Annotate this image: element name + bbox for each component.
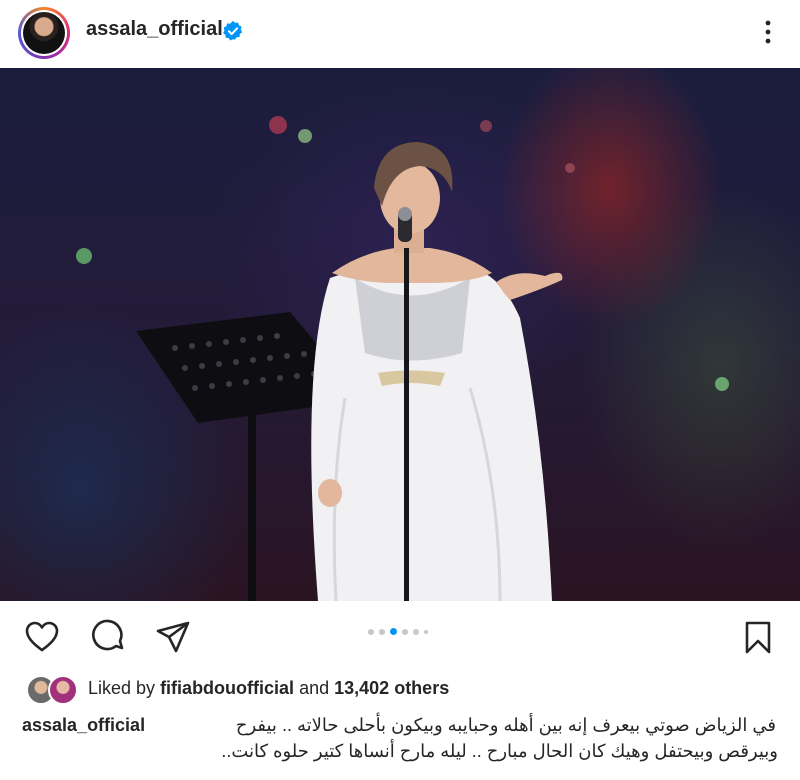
- profile-avatar[interactable]: [18, 7, 70, 59]
- carousel-dot: [379, 628, 385, 635]
- carousel-dot: [424, 629, 428, 634]
- post-username[interactable]: assala_official: [86, 18, 223, 41]
- post-photo[interactable]: [0, 68, 800, 601]
- bookmark-icon[interactable]: [740, 619, 776, 655]
- comment-icon[interactable]: [91, 619, 127, 655]
- avatar-image: [23, 12, 65, 54]
- liker-avatar[interactable]: [48, 675, 78, 705]
- caption-text-line1: في الزياض صوتي بيعرف إنه بين أهله وحبايب…: [235, 715, 776, 735]
- likes-prefix: Liked by: [88, 678, 156, 698]
- carousel-dot: [413, 628, 419, 635]
- carousel-dot: [368, 628, 374, 635]
- verified-badge-icon: [223, 20, 243, 41]
- likes-connector: and: [299, 678, 330, 698]
- carousel-indicator: [368, 628, 428, 635]
- caption-text-line2: وبيرقص وبيحتفل وهيك كان الحال مبارح .. ل…: [221, 741, 778, 761]
- share-icon[interactable]: [155, 619, 191, 655]
- carousel-dot-active: [390, 628, 397, 635]
- likes-count[interactable]: 13,402 others: [334, 678, 449, 698]
- caption-username[interactable]: assala_official: [22, 715, 145, 735]
- post-header: assala_official: [0, 0, 800, 68]
- heart-icon[interactable]: [24, 619, 60, 655]
- liker-username[interactable]: fifiabdouofficial: [160, 678, 294, 698]
- more-options-icon[interactable]: [756, 14, 780, 50]
- likes-row: Liked by fifiabdouofficial and 13,402 ot…: [22, 675, 782, 705]
- carousel-dot: [402, 628, 408, 635]
- likes-summary: Liked by fifiabdouofficial and 13,402 ot…: [88, 678, 449, 699]
- post-action-bar: [0, 601, 800, 669]
- stage-scene-illustration: [76, 116, 729, 601]
